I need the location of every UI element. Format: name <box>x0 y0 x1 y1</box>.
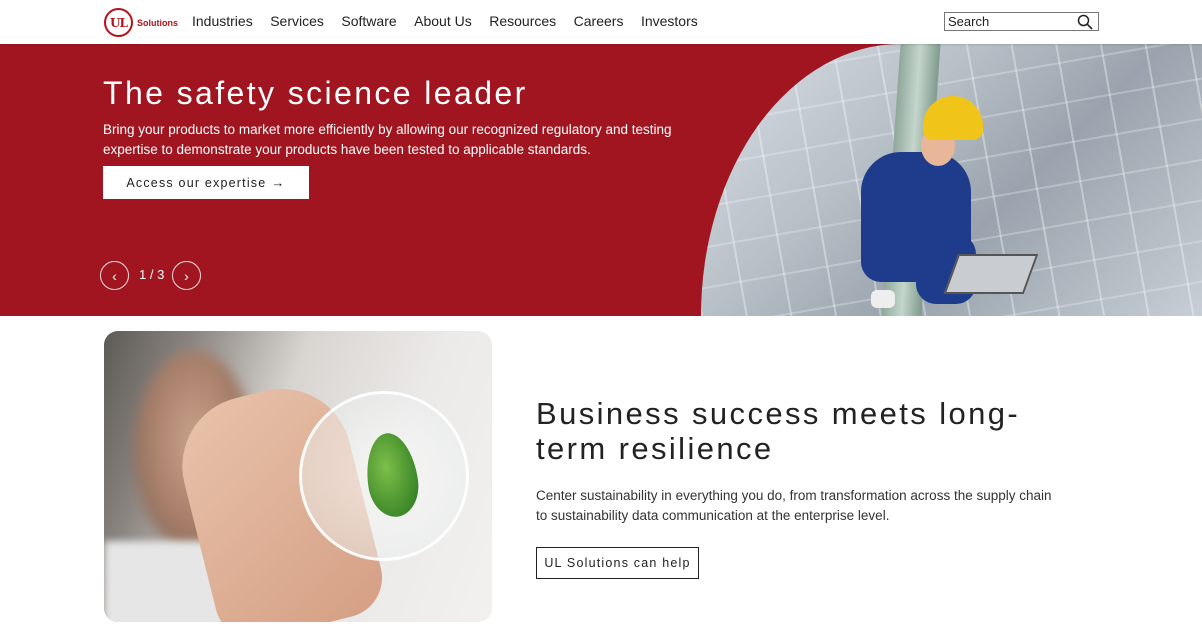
search-input[interactable] <box>945 13 1073 30</box>
hero-image-solar-worker <box>701 44 1202 316</box>
carousel-next-button[interactable]: › <box>172 261 201 290</box>
hero-description: Bring your products to market more effic… <box>103 122 672 157</box>
ul-solutions-logo[interactable]: UL Solutions <box>104 8 178 37</box>
chevron-right-icon: › <box>184 267 189 284</box>
slide-counter: 1 / 3 <box>139 267 165 282</box>
chevron-left-icon: ‹ <box>112 267 117 284</box>
carousel-prev-button[interactable]: ‹ <box>100 261 129 290</box>
feature-image-leaf-petri-dish <box>104 331 492 622</box>
access-expertise-label: Access our expertise <box>126 175 267 190</box>
main-nav: Industries Services Software About Us Re… <box>192 13 715 29</box>
logo-text: Solutions <box>137 17 178 28</box>
hero-title: The safety science leader <box>103 75 528 111</box>
search-box <box>944 12 1099 31</box>
feature-title: Business success meets long-term resilie… <box>536 396 1021 466</box>
nav-item-resources[interactable]: Resources <box>489 13 556 29</box>
nav-item-services[interactable]: Services <box>270 13 324 29</box>
feature-description: Center sustainability in everything you … <box>536 488 1052 523</box>
access-expertise-button[interactable]: Access our expertise → <box>103 166 309 199</box>
nav-item-industries[interactable]: Industries <box>192 13 253 29</box>
site-header: UL Solutions Industries Services Softwar… <box>0 0 1202 44</box>
nav-item-about-us[interactable]: About Us <box>414 13 472 29</box>
nav-item-investors[interactable]: Investors <box>641 13 698 29</box>
arrow-right-icon: → <box>271 175 286 190</box>
ul-solutions-help-button[interactable]: UL Solutions can help <box>536 547 699 579</box>
search-icon[interactable] <box>1077 14 1093 35</box>
nav-item-software[interactable]: Software <box>341 13 396 29</box>
hero-carousel: The safety science leader Bring your pro… <box>0 44 1202 316</box>
ul-logo-mark: UL <box>104 8 133 37</box>
nav-item-careers[interactable]: Careers <box>574 13 624 29</box>
